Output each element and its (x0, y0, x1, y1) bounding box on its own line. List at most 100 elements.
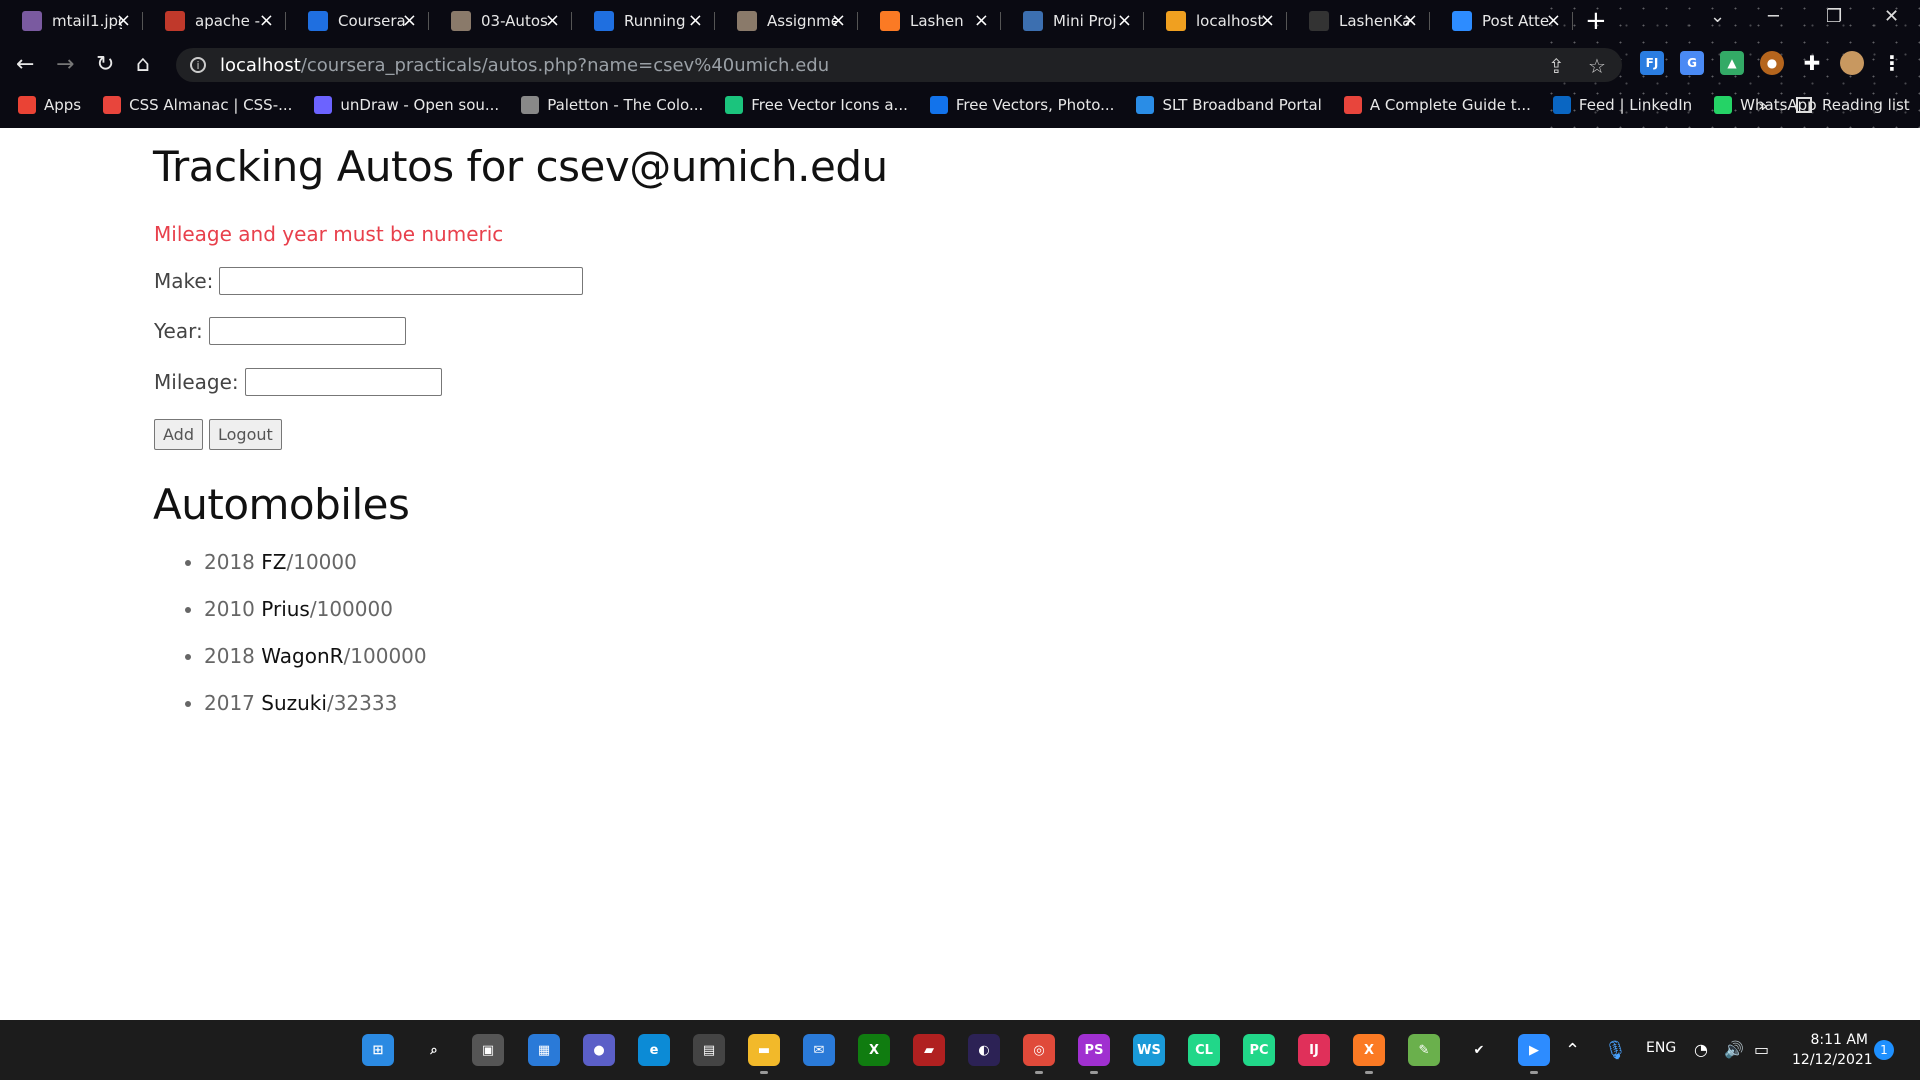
bookmark-item[interactable]: Feed | LinkedIn (1552, 96, 1693, 114)
tab-close-icon[interactable]: × (402, 10, 417, 31)
xbox-icon[interactable]: X (858, 1034, 890, 1066)
tab-close-icon[interactable]: × (1546, 10, 1561, 31)
url-host: localhost (220, 54, 301, 76)
forward-icon[interactable]: → (56, 52, 74, 77)
profile-avatar[interactable] (1840, 51, 1864, 75)
home-icon[interactable]: ⌂ (136, 52, 150, 77)
clock[interactable]: 8:11 AM 12/12/2021 (1792, 1030, 1873, 1070)
phpstorm-icon[interactable]: PS (1078, 1034, 1110, 1066)
tray-overflow-icon[interactable]: ⌃ (1565, 1040, 1580, 1061)
menu-kebab-icon[interactable]: ⋮ (1880, 51, 1904, 75)
widgets-icon[interactable]: ▦ (528, 1034, 560, 1066)
browser-tab[interactable]: localhost × (1144, 0, 1287, 42)
reading-list-button[interactable]: Reading list (1796, 96, 1910, 114)
browser-tab[interactable]: Assignme × (715, 0, 858, 42)
task-view-icon[interactable]: ▣ (472, 1034, 504, 1066)
tab-search-icon[interactable]: ⌄ (1710, 6, 1725, 27)
tab-close-icon[interactable]: × (1260, 10, 1275, 31)
mileage-label: Mileage: (154, 370, 239, 394)
extensions-puzzle-icon[interactable]: ✚ (1800, 51, 1824, 75)
store-icon[interactable]: ▤ (693, 1034, 725, 1066)
bookmark-item[interactable]: Free Vector Icons a... (725, 96, 908, 114)
xampp-icon[interactable]: X (1353, 1034, 1385, 1066)
mail-icon[interactable]: ✉ (803, 1034, 835, 1066)
auto-mileage: /32333 (326, 691, 398, 715)
tab-close-icon[interactable]: × (831, 10, 846, 31)
close-window-icon[interactable]: ✕ (1884, 6, 1899, 27)
mileage-input[interactable] (244, 368, 442, 396)
bookmark-item[interactable]: Paletton - The Colo... (521, 96, 703, 114)
browser-tab[interactable]: Mini Proj × (1001, 0, 1144, 42)
pycharm-icon[interactable]: PC (1243, 1034, 1275, 1066)
tab-close-icon[interactable]: × (259, 10, 274, 31)
todo-icon[interactable]: ✔ (1463, 1034, 1495, 1066)
cookie-extension-icon[interactable]: ● (1760, 51, 1784, 75)
tab-close-icon[interactable]: × (974, 10, 989, 31)
make-row: Make: (154, 267, 584, 295)
bookmark-item[interactable]: unDraw - Open sou... (314, 96, 499, 114)
tab-close-icon[interactable]: × (116, 10, 131, 31)
minimize-icon[interactable]: ─ (1768, 6, 1779, 27)
extension-fj-icon[interactable]: FJ (1640, 51, 1664, 75)
edge-icon[interactable]: e (638, 1034, 670, 1066)
apache-feather-icon (165, 11, 185, 31)
intellij-icon[interactable]: IJ (1298, 1034, 1330, 1066)
extension-color-icon[interactable]: ▲ (1720, 51, 1744, 75)
file-explorer-icon[interactable]: ▬ (748, 1034, 780, 1066)
eclipse-icon[interactable]: ◐ (968, 1034, 1000, 1066)
freepik-icon (929, 96, 948, 114)
language-indicator[interactable]: ENG (1646, 1040, 1676, 1056)
bookmark-item[interactable]: A Complete Guide t... (1343, 96, 1531, 114)
tab-close-icon[interactable]: × (1403, 10, 1418, 31)
browser-tab[interactable]: apache - × (143, 0, 286, 42)
logout-button[interactable]: Logout (209, 419, 282, 450)
wifi-icon[interactable]: ◔ (1694, 1040, 1708, 1059)
address-bar[interactable]: i localhost/coursera_practicals/autos.ph… (176, 48, 1622, 82)
back-icon[interactable]: ← (16, 52, 34, 77)
reload-icon[interactable]: ↻ (96, 52, 114, 77)
browser-tab[interactable]: Post Atte × (1430, 0, 1573, 42)
notepad-icon[interactable]: ✎ (1408, 1034, 1440, 1066)
notification-badge[interactable]: 1 (1874, 1040, 1894, 1060)
more-bookmarks-button[interactable]: » (1758, 96, 1768, 115)
github-icon (1309, 11, 1329, 31)
translate-extension-icon[interactable]: G (1680, 51, 1704, 75)
browser-tab[interactable]: 03-Autos × (429, 0, 572, 42)
bookmark-item[interactable]: SLT Broadband Portal (1136, 96, 1322, 114)
browser-tab[interactable]: LashenKa × (1287, 0, 1430, 42)
clion-icon[interactable]: CL (1188, 1034, 1220, 1066)
browser-tab[interactable]: Running × (572, 0, 715, 42)
search-icon[interactable]: ⌕ (418, 1034, 450, 1066)
browser-tab[interactable]: Coursera × (286, 0, 429, 42)
chrome-icon[interactable]: ◎ (1023, 1034, 1055, 1066)
tab-close-icon[interactable]: × (545, 10, 560, 31)
battery-icon[interactable]: ▭ (1754, 1040, 1769, 1059)
bookmark-item[interactable]: Apps (18, 96, 81, 114)
volume-icon[interactable]: 🔊 (1724, 1040, 1744, 1059)
year-label: Year: (154, 319, 203, 343)
app-icon-red[interactable]: ▰ (913, 1034, 945, 1066)
browser-tab[interactable]: Lashen × (858, 0, 1001, 42)
browser-tab[interactable]: mtail1.jpg × (0, 0, 143, 42)
bookmark-item[interactable]: CSS Almanac | CSS-... (103, 96, 292, 114)
tab-close-icon[interactable]: × (1117, 10, 1132, 31)
url-text[interactable]: localhost/coursera_practicals/autos.php?… (220, 55, 829, 76)
site-info-icon[interactable]: i (190, 57, 206, 73)
teams-chat-icon[interactable]: ● (583, 1034, 615, 1066)
share-icon[interactable]: ⇪ (1548, 54, 1565, 78)
make-input[interactable] (219, 267, 584, 295)
microphone-icon[interactable]: 🎙 (1604, 1040, 1627, 1061)
bookmark-star-icon[interactable]: ☆ (1588, 54, 1606, 78)
windows-taskbar: ⊞ ⌕ ▣ ▦ ● e ▤ ▬ ✉ X ▰ ◐ ◎ PS WS CL PC IJ X ✎ ✔ ▶ ⌃ 🎙 ENG ◔ 🔊 … (0, 1020, 1920, 1080)
restore-icon[interactable]: ❐ (1826, 6, 1842, 27)
start-icon[interactable]: ⊞ (362, 1034, 394, 1066)
bookmark-label: Feed | LinkedIn (1578, 96, 1693, 114)
new-tab-button[interactable]: + (1585, 6, 1607, 36)
browser-toolbar: ← → ↻ ⌂ i localhost/coursera_practicals/… (0, 42, 1920, 88)
year-input[interactable] (208, 317, 406, 345)
zoom-icon[interactable]: ▶ (1518, 1034, 1550, 1066)
add-button[interactable]: Add (154, 419, 203, 450)
webstorm-icon[interactable]: WS (1133, 1034, 1165, 1066)
bookmark-item[interactable]: Free Vectors, Photo... (929, 96, 1114, 114)
tab-close-icon[interactable]: × (688, 10, 703, 31)
